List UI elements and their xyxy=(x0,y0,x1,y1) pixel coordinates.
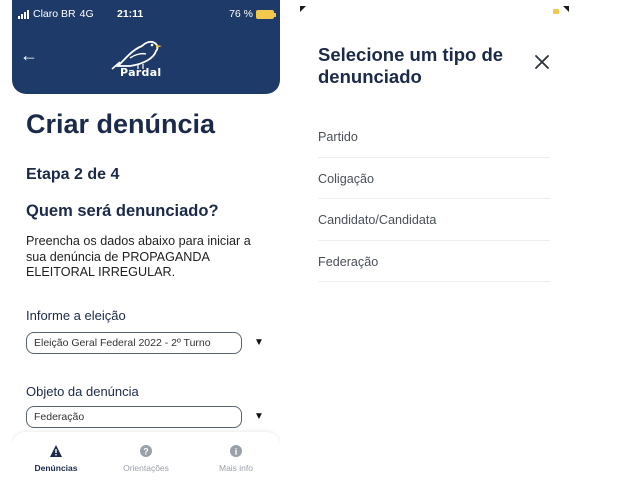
network-type: 4G xyxy=(79,8,94,20)
election-label: Informe a eleição xyxy=(26,308,126,323)
carrier-info: Claro BR 4G xyxy=(18,8,94,20)
arrow-left-icon[interactable]: ← xyxy=(20,46,38,64)
logo-wordmark: Pardal xyxy=(120,66,162,79)
object-select[interactable]: Federação xyxy=(26,406,242,428)
screen-corner xyxy=(563,6,569,12)
question-icon: ? xyxy=(140,445,152,457)
signal-icon xyxy=(18,9,29,19)
close-icon[interactable] xyxy=(534,54,550,70)
option-coligacao[interactable]: Coligação xyxy=(318,158,550,199)
tab-label: Mais info xyxy=(218,463,253,473)
form-content: Criar denúncia Etapa 2 de 4 Quem será de… xyxy=(26,108,276,428)
app-header: Claro BR 4G 21:11 76 % ← Pardal xyxy=(12,0,280,94)
option-federacao[interactable]: Federação xyxy=(318,241,550,282)
option-partido[interactable]: Partido xyxy=(318,116,550,158)
dropdown-arrow-icon[interactable]: ▼ xyxy=(254,337,264,348)
bird-logo-icon xyxy=(111,40,162,70)
object-label: Objeto da denúncia xyxy=(26,384,139,399)
step-indicator: Etapa 2 de 4 xyxy=(26,166,120,183)
modal-title: Selecione um tipo de denunciado xyxy=(318,44,504,87)
info-icon: i xyxy=(230,445,242,457)
select-type-modal: Selecione um tipo de denunciado Partido … xyxy=(296,0,571,486)
battery-icon xyxy=(553,9,559,14)
tab-mais-info[interactable]: i Mais info xyxy=(196,444,276,473)
instructions-text: Preencha os dados abaixo para iniciar a … xyxy=(26,234,251,279)
svg-text:?: ? xyxy=(143,447,149,457)
tab-denuncias[interactable]: Denúncias xyxy=(16,444,96,473)
status-bar: Claro BR 4G 21:11 76 % xyxy=(12,8,280,22)
option-list: Partido Coligação Candidato/Candidata Fe… xyxy=(318,116,550,282)
tab-orientacoes[interactable]: ? Orientações xyxy=(106,444,186,473)
tab-label: Denúncias xyxy=(34,463,78,473)
warning-icon xyxy=(50,445,62,457)
screen-corner xyxy=(300,6,306,12)
battery-icon xyxy=(256,9,276,19)
page-title: Criar denúncia xyxy=(26,109,216,139)
option-candidato[interactable]: Candidato/Candidata xyxy=(318,199,550,241)
bottom-tab-bar: Denúncias ? Orientações i Mais info xyxy=(12,432,280,486)
clock: 21:11 xyxy=(117,8,144,20)
battery-status: 76 % xyxy=(229,8,276,20)
app-logo: Pardal xyxy=(108,36,168,84)
carrier-name: Claro BR xyxy=(33,8,76,20)
create-report-screen: Claro BR 4G 21:11 76 % ← Pardal Criar de… xyxy=(12,0,280,486)
battery-percent: 76 % xyxy=(229,8,253,20)
section-question: Quem será denunciado? xyxy=(26,202,219,220)
dropdown-arrow-icon[interactable]: ▼ xyxy=(254,411,264,422)
election-select[interactable]: Eleição Geral Federal 2022 - 2º Turno xyxy=(26,332,242,354)
tab-label: Orientações xyxy=(123,463,169,473)
